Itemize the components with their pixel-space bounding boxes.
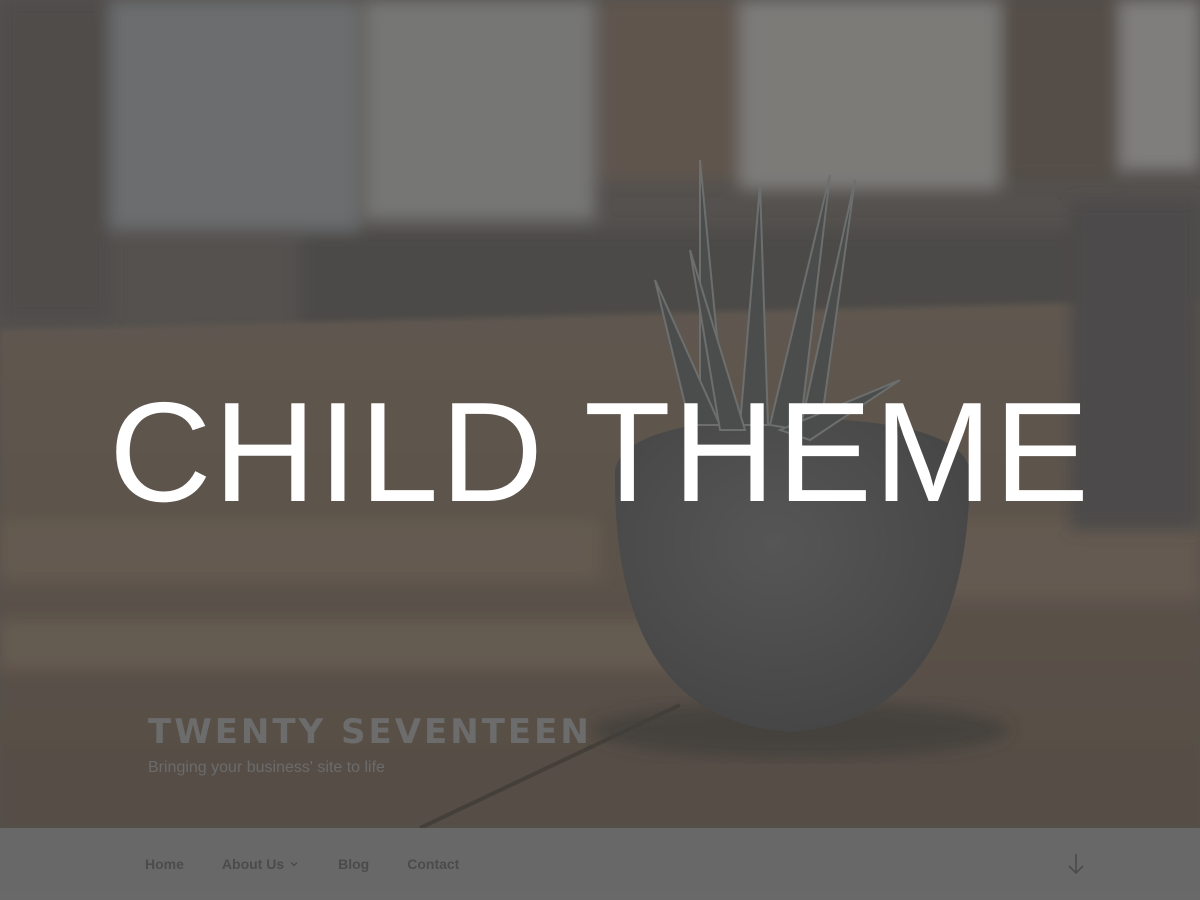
nav-item-label: Contact	[407, 856, 460, 872]
nav-item-blog[interactable]: Blog	[338, 856, 369, 872]
nav-item-label: Blog	[338, 856, 370, 872]
site-branding: TWENTY SEVENTEEN Bringing your business'…	[148, 712, 848, 778]
nav-item-label: About Us	[221, 856, 285, 872]
nav-item-about-us[interactable]: About Us	[222, 856, 300, 872]
arrow-down-icon[interactable]	[1064, 851, 1088, 877]
page: TWENTY SEVENTEEN Bringing your business'…	[0, 0, 1200, 900]
nav-item-label: Home	[145, 856, 184, 872]
chevron-down-icon[interactable]	[288, 858, 300, 870]
child-theme-heading: CHILD THEME	[109, 373, 1091, 532]
nav-item-contact[interactable]: Contact	[407, 856, 459, 872]
main-navigation: Home About Us Blog Contact	[0, 828, 1200, 900]
nav-item-home[interactable]: Home	[145, 856, 184, 872]
nav-menu: Home About Us Blog Contact	[145, 828, 497, 900]
site-tagline: Bringing your business' site to life	[148, 759, 385, 776]
site-title[interactable]: TWENTY SEVENTEEN	[148, 712, 848, 752]
